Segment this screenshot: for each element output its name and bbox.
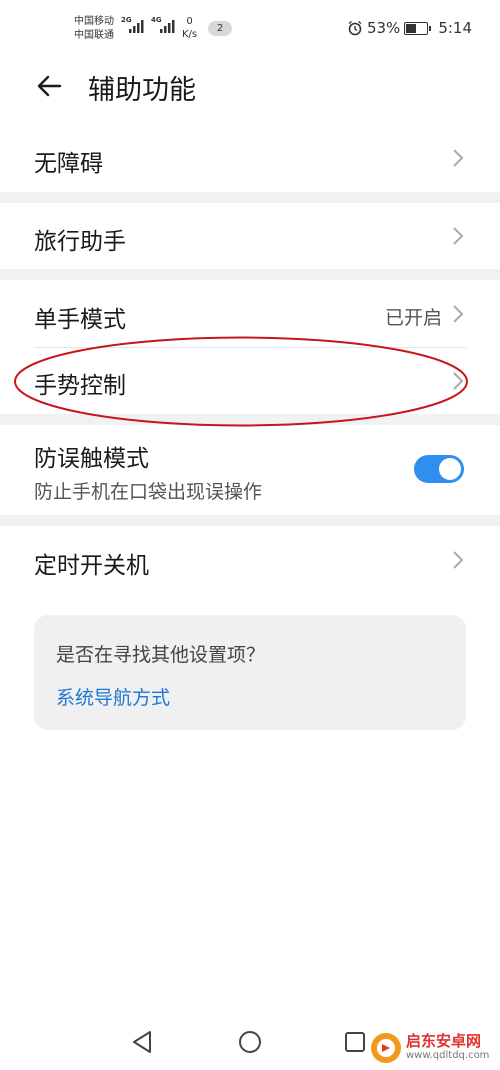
chevron-right-icon — [453, 227, 464, 245]
battery-level — [406, 23, 417, 33]
item-label: 防误触模式 — [34, 446, 149, 472]
status-bar: 中国移动 中国联通 2G 4G 0 K/s 2 53% 5:14 — [0, 0, 500, 58]
nav-recents-icon[interactable] — [344, 1031, 366, 1053]
carrier-names: 中国移动 中国联通 — [74, 15, 114, 43]
battery-percent: 53% — [366, 19, 401, 37]
alarm-icon — [348, 20, 362, 36]
status-right: 53% 5:14 — [347, 19, 472, 37]
watermark-brand: 启东安卓网 — [406, 1032, 482, 1050]
section-divider — [0, 269, 500, 280]
red-annotation-ellipse — [14, 336, 468, 427]
settings-item-accessibility[interactable]: 无障碍 — [0, 125, 500, 192]
settings-item-scheduled-power[interactable]: 定时开关机 — [0, 526, 500, 592]
item-value: 已开启 — [384, 307, 442, 329]
section-divider — [0, 515, 500, 526]
item-label: 无障碍 — [34, 151, 103, 177]
nav-back-icon[interactable] — [130, 1029, 154, 1055]
speed-unit: K/s — [182, 29, 198, 40]
nav-home-icon[interactable] — [238, 1030, 262, 1054]
system-navigation-link[interactable]: 系统导航方式 — [56, 683, 170, 710]
watermark-logo-icon — [371, 1033, 401, 1063]
watermark: 启东安卓网 www.qdltdq.com — [368, 1030, 500, 1068]
mistouch-toggle[interactable] — [414, 455, 464, 483]
clock: 5:14 — [438, 19, 472, 37]
speed-value: 0 — [186, 16, 193, 27]
settings-item-mistouch-mode[interactable]: 防误触模式 防止手机在口袋出现误操作 — [0, 425, 500, 515]
suggestion-question: 是否在寻找其他设置项？ — [56, 644, 266, 666]
suggestion-card: 是否在寻找其他设置项？ 系统导航方式 — [34, 615, 466, 730]
carrier-1: 中国移动 — [74, 16, 114, 27]
watermark-url: www.qdltdq.com — [406, 1050, 490, 1061]
item-subtitle: 防止手机在口袋出现误操作 — [34, 481, 263, 503]
notification-count-badge: 2 — [208, 21, 232, 36]
item-label: 单手模式 — [34, 307, 126, 333]
signal-icon-2 — [160, 20, 175, 33]
page-title: 辅助功能 — [88, 75, 196, 106]
signal-icon — [129, 20, 144, 33]
chevron-right-icon — [453, 305, 464, 323]
back-arrow-icon[interactable] — [34, 71, 64, 101]
item-label: 旅行助手 — [34, 229, 126, 255]
chevron-right-icon — [453, 551, 464, 569]
network-speed: 0 K/s — [182, 15, 197, 41]
title-bar: 辅助功能 — [0, 58, 500, 118]
item-label: 定时开关机 — [34, 553, 149, 579]
battery-icon — [404, 21, 432, 35]
toggle-knob — [439, 458, 461, 480]
section-divider — [0, 192, 500, 203]
settings-item-travel-assistant[interactable]: 旅行助手 — [0, 203, 500, 269]
chevron-right-icon — [453, 149, 464, 167]
carrier-2: 中国联通 — [74, 30, 114, 41]
